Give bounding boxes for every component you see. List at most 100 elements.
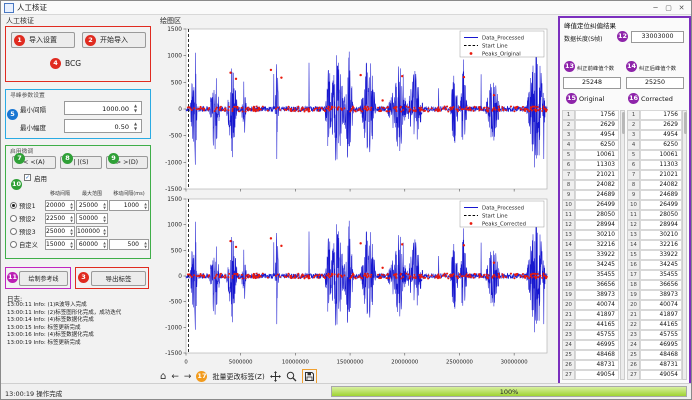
radio-icon[interactable] xyxy=(10,215,17,222)
min-amplitude-input[interactable]: 0.50 ▲▼ xyxy=(64,119,142,133)
original-value-cell[interactable]: 30210 xyxy=(575,230,619,240)
original-value-cell[interactable]: 36656 xyxy=(575,280,619,290)
original-value-cell[interactable]: 49054 xyxy=(575,370,619,380)
original-value-cell[interactable]: 34245 xyxy=(575,260,619,270)
original-value-cell[interactable]: 48731 xyxy=(575,360,619,370)
min-interval-input[interactable]: 1000.00 ▲▼ xyxy=(64,101,142,115)
original-value-cell[interactable]: 45755 xyxy=(575,330,619,340)
preset-value-input[interactable]: 100000▲▼ xyxy=(76,226,108,237)
corrected-value-cell[interactable]: 28050 xyxy=(640,210,682,220)
corrected-value-cell[interactable]: 36656 xyxy=(640,280,682,290)
corrected-value-cell[interactable]: 32216 xyxy=(640,240,682,250)
corrected-value-cell[interactable]: 30210 xyxy=(640,230,682,240)
corrected-value-cell[interactable]: 26499 xyxy=(640,200,682,210)
corrected-value-cell[interactable]: 40074 xyxy=(640,300,682,310)
spinner-arrows-icon[interactable]: ▲▼ xyxy=(131,103,140,113)
corrected-value-cell[interactable]: 44165 xyxy=(640,320,682,330)
original-value-cell[interactable]: 10061 xyxy=(575,150,619,160)
forward-icon[interactable]: → xyxy=(184,371,192,383)
corrected-value-cell[interactable]: 49054 xyxy=(640,370,682,380)
scrollbar-thumb[interactable] xyxy=(684,112,687,134)
maximize-button[interactable]: ▢ xyxy=(662,4,675,12)
preset-value-input[interactable]: 25000▲▼ xyxy=(76,200,108,211)
original-table[interactable]: 1175622629349544625051006161130372102182… xyxy=(562,110,619,380)
corrected-value-cell[interactable]: 21021 xyxy=(640,170,682,180)
original-value-cell[interactable]: 38973 xyxy=(575,290,619,300)
signal-chart-top[interactable]: 150010005000-500-1000-1500Data_Processed… xyxy=(159,26,551,194)
preset-value-input[interactable]: 20000▲▼ xyxy=(45,200,75,211)
table-row: 2548468 xyxy=(627,350,682,360)
original-value-cell[interactable]: 24082 xyxy=(575,180,619,190)
corrected-value-cell[interactable]: 45755 xyxy=(640,330,682,340)
original-value-cell[interactable]: 33922 xyxy=(575,250,619,260)
corrected-value-cell[interactable]: 48468 xyxy=(640,350,682,360)
preset-value-input[interactable]: 500▲▼ xyxy=(109,239,149,250)
minimize-button[interactable]: ─ xyxy=(649,4,662,12)
original-value-cell[interactable]: 35455 xyxy=(575,270,619,280)
corrected-value-cell[interactable]: 6250 xyxy=(640,140,682,150)
draw-reference-line-button[interactable]: 绘制参考线 xyxy=(19,271,68,286)
radio-icon[interactable] xyxy=(10,241,17,248)
signal-chart-bottom[interactable]: 150010005000-500-1000-150005000000100000… xyxy=(159,196,551,366)
corrected-value-cell[interactable]: 35455 xyxy=(640,270,682,280)
batch-edit-labels-button[interactable]: 批量更改标签(Z) xyxy=(212,372,264,382)
radio-icon[interactable] xyxy=(10,202,17,209)
original-value-cell[interactable]: 4954 xyxy=(575,130,619,140)
preset-value-input[interactable]: 25000▲▼ xyxy=(45,226,75,237)
original-value-cell[interactable]: 41897 xyxy=(575,310,619,320)
corrected-value-cell[interactable]: 24689 xyxy=(640,190,682,200)
original-value-cell[interactable]: 28994 xyxy=(575,220,619,230)
corrected-value-cell[interactable]: 4954 xyxy=(640,130,682,140)
corrected-value-cell[interactable]: 11303 xyxy=(640,160,682,170)
preset-value-input[interactable]: 22500▲▼ xyxy=(45,213,75,224)
original-value-cell[interactable]: 26499 xyxy=(575,200,619,210)
corrected-value-cell[interactable]: 24082 xyxy=(640,180,682,190)
corrected-value-cell[interactable]: 10061 xyxy=(640,150,682,160)
original-value-cell[interactable]: 44165 xyxy=(575,320,619,330)
original-value-cell[interactable]: 28050 xyxy=(575,210,619,220)
corrected-value-cell[interactable]: 38973 xyxy=(640,290,682,300)
corrected-table-scrollbar[interactable] xyxy=(682,110,687,380)
original-value-cell[interactable]: 46995 xyxy=(575,340,619,350)
back-icon[interactable]: ← xyxy=(171,371,179,383)
corrected-value-cell[interactable]: 41897 xyxy=(640,310,682,320)
table-row: 1735455 xyxy=(627,270,682,280)
corrected-table[interactable]: 1175622629349544625051006161130372102182… xyxy=(627,110,682,380)
original-value-cell[interactable]: 32216 xyxy=(575,240,619,250)
corrected-value-cell[interactable]: 46995 xyxy=(640,340,682,350)
preset-value-input[interactable]: 15000▲▼ xyxy=(45,239,75,250)
corrected-value-cell[interactable]: 33922 xyxy=(640,250,682,260)
original-value-cell[interactable]: 1756 xyxy=(575,110,619,120)
original-value-cell[interactable]: 6250 xyxy=(575,140,619,150)
original-value-cell[interactable]: 24689 xyxy=(575,190,619,200)
preset-value-input[interactable]: 50000▲▼ xyxy=(76,213,108,224)
original-value-cell[interactable]: 11303 xyxy=(575,160,619,170)
corrected-value-cell[interactable]: 48731 xyxy=(640,360,682,370)
preset-radio-option[interactable]: 预设3 xyxy=(10,227,44,236)
enable-checkbox[interactable]: ✓ xyxy=(24,174,31,181)
export-labels-button[interactable]: 导出标签 xyxy=(91,271,146,286)
corrected-value-cell[interactable]: 28994 xyxy=(640,220,682,230)
preset-value-input[interactable]: 60000▲▼ xyxy=(76,239,108,250)
pan-icon[interactable] xyxy=(270,371,281,382)
radio-icon[interactable] xyxy=(10,228,17,235)
corrected-value-cell[interactable]: 1756 xyxy=(640,110,682,120)
original-value-cell[interactable]: 40074 xyxy=(575,300,619,310)
log-lines: 13:00:11 Info: (1)R波导入完成13:00:11 Info: (… xyxy=(7,302,155,347)
preset-radio-option[interactable]: 预设1 xyxy=(10,201,44,210)
preset-radio-option[interactable]: 自定义 xyxy=(10,240,44,249)
scrollbar-thumb[interactable] xyxy=(622,112,625,134)
corrected-value-cell[interactable]: 2629 xyxy=(640,120,682,130)
original-value-cell[interactable]: 21021 xyxy=(575,170,619,180)
preset-radio-option[interactable]: 预设2 xyxy=(10,214,44,223)
zoom-icon[interactable] xyxy=(286,371,297,382)
corrected-value-cell[interactable]: 34245 xyxy=(640,260,682,270)
home-icon[interactable]: ⌂ xyxy=(160,371,166,383)
original-value-cell[interactable]: 2629 xyxy=(575,120,619,130)
close-button[interactable]: ✕ xyxy=(675,4,688,12)
spinner-arrows-icon[interactable]: ▲▼ xyxy=(131,121,140,131)
preset-value-input[interactable]: 1000▲▼ xyxy=(109,200,149,211)
save-figure-icon[interactable] xyxy=(302,369,317,384)
original-table-scrollbar[interactable] xyxy=(620,110,625,380)
original-value-cell[interactable]: 48468 xyxy=(575,350,619,360)
